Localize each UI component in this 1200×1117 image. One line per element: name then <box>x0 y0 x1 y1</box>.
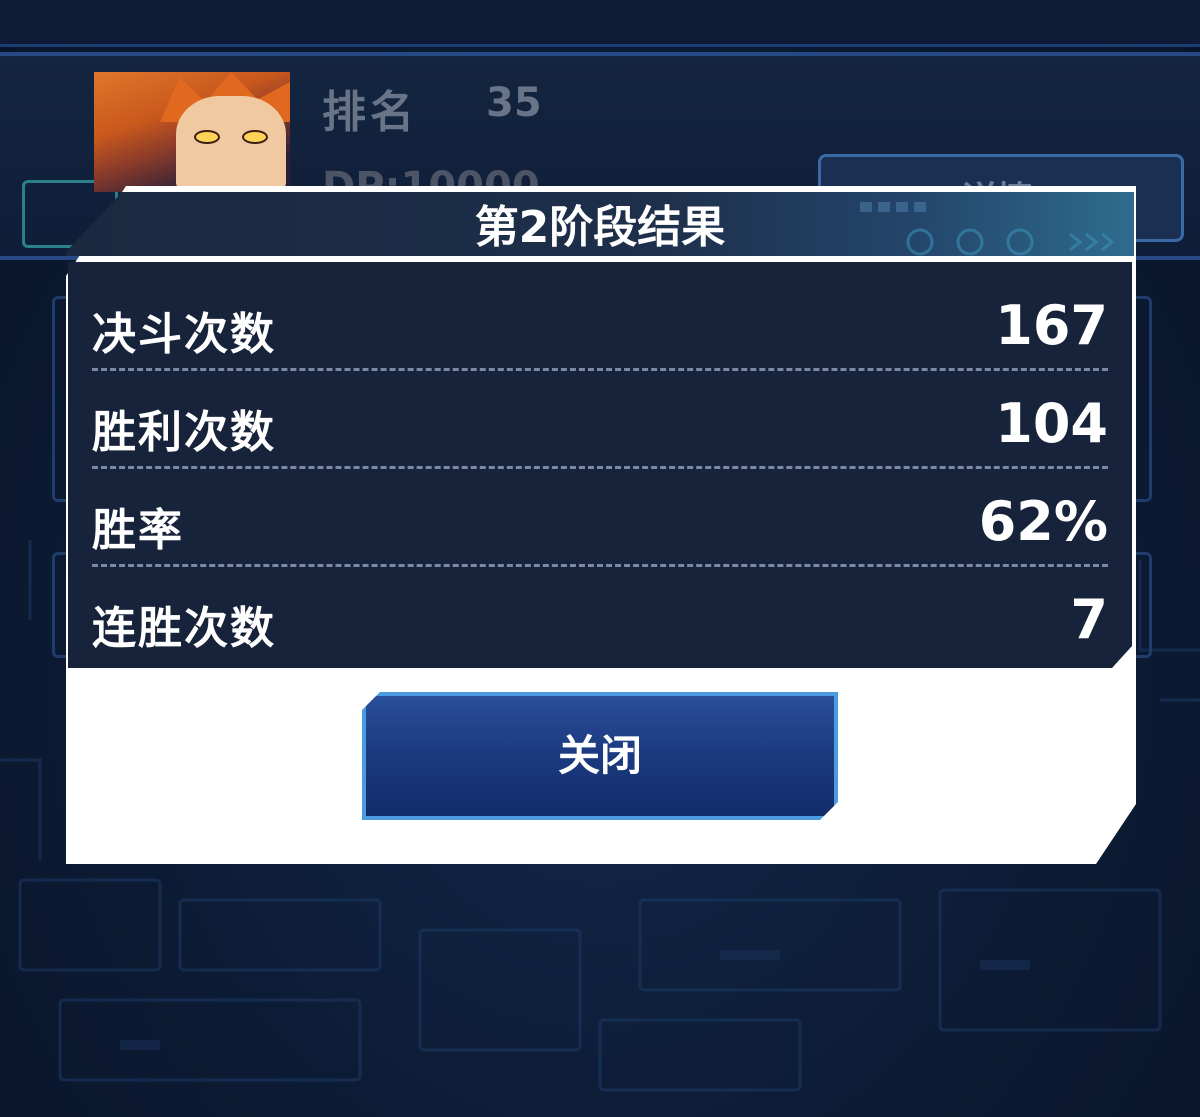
rank-label: 排名 <box>322 87 418 138</box>
stat-label: 胜利次数 <box>92 407 276 458</box>
avatar-eye-right <box>242 130 268 144</box>
close-button-label: 关闭 <box>557 731 642 780</box>
stat-row-win-rate: 胜率 62% <box>92 468 1108 566</box>
avatar-eye-left <box>194 130 220 144</box>
stat-value: 104 <box>995 392 1108 455</box>
top-bar <box>0 0 1200 47</box>
stat-label: 决斗次数 <box>92 309 276 360</box>
stat-label: 胜率 <box>92 505 184 556</box>
dialog-title: 第2阶段结果 <box>474 202 726 253</box>
stat-value: 167 <box>995 294 1108 357</box>
stat-label: 连胜次数 <box>92 603 276 654</box>
stat-row-duel-count: 决斗次数 167 <box>92 272 1108 370</box>
stat-value: 62% <box>978 490 1108 553</box>
close-button[interactable]: 关闭 <box>362 692 838 820</box>
stat-row-win-count: 胜利次数 104 <box>92 370 1108 468</box>
stat-row-win-streak: 连胜次数 7 <box>92 566 1108 664</box>
stat-value: 7 <box>1070 588 1108 651</box>
rank-value: 35 <box>486 80 542 126</box>
avatar-face <box>176 96 286 192</box>
